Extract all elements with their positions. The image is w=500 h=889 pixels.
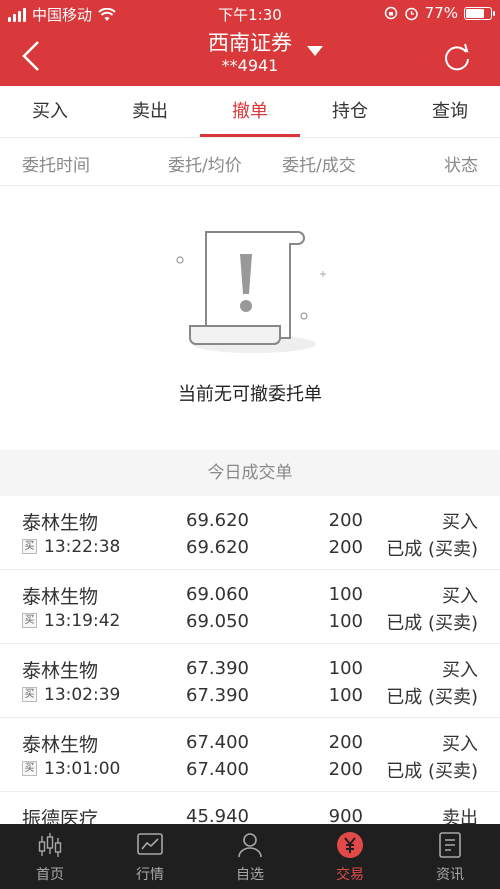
rotation-lock-icon <box>384 6 397 20</box>
order-price: 67.400 <box>186 732 249 753</box>
avg-price: 69.620 <box>186 537 249 558</box>
tab-sell[interactable]: 卖出 <box>100 86 200 137</box>
buy-badge: 买 <box>22 687 37 702</box>
deal-side: 买入 <box>442 586 478 607</box>
column-status: 状态 <box>444 156 478 176</box>
column-qty: 委托/成交 <box>282 156 356 176</box>
order-qty: 200 <box>328 510 363 531</box>
header: 中国移动 下午1:30 77% 西南证券 **4941 <box>0 0 500 86</box>
order-column-header: 委托时间 委托/均价 委托/成交 状态 <box>0 138 500 186</box>
broker-title[interactable]: 西南证券 <box>0 30 500 56</box>
filled-qty: 200 <box>328 537 363 558</box>
tab-buy[interactable]: 买入 <box>0 86 100 137</box>
filled-qty: 200 <box>328 759 363 780</box>
order-qty: 100 <box>328 584 363 605</box>
nav-watchlist[interactable]: 自选 <box>200 824 300 889</box>
tab-cancel[interactable]: 撤单 <box>200 86 300 137</box>
deal-side: 买入 <box>442 660 478 681</box>
nav-home[interactable]: 首页 <box>0 824 100 889</box>
status-right: 77% <box>384 4 495 22</box>
account-number: **4941 <box>221 56 279 75</box>
nav-market[interactable]: 行情 <box>100 824 200 889</box>
nav-trade[interactable]: 交易 <box>300 824 400 889</box>
bottom-nav: 首页 行情 自选 交易 资讯 <box>0 824 500 889</box>
today-deals-title: 今日成交单 <box>0 450 500 496</box>
deal-status: 已成 (买卖) <box>386 539 478 560</box>
buy-badge: 买 <box>22 761 37 776</box>
order-price: 67.390 <box>186 658 249 679</box>
stock-name: 泰林生物 <box>22 512 99 534</box>
column-time: 委托时间 <box>22 156 90 176</box>
avg-price: 67.390 <box>186 685 249 706</box>
deal-list: 泰林生物 买 13:22:38 69.620 69.620 200 200 买入… <box>0 496 500 866</box>
deal-row[interactable]: 泰林生物 买 13:02:39 67.390 67.390 100 100 买入… <box>0 644 500 718</box>
deal-time: 13:01:00 <box>44 759 121 779</box>
deal-side: 买入 <box>442 512 478 533</box>
nav-news[interactable]: 资讯 <box>400 824 500 889</box>
deal-row[interactable]: 泰林生物 买 13:01:00 67.400 67.400 200 200 买入… <box>0 718 500 792</box>
deal-row[interactable]: 泰林生物 买 13:22:38 69.620 69.620 200 200 买入… <box>0 496 500 570</box>
battery-percent: 77% <box>424 4 458 22</box>
deal-time: 13:22:38 <box>44 537 121 557</box>
candlestick-icon <box>38 833 62 857</box>
buy-badge: 买 <box>22 613 37 628</box>
battery-fill <box>466 8 484 18</box>
order-qty: 100 <box>328 658 363 679</box>
deal-status: 已成 (买卖) <box>386 613 478 634</box>
document-icon <box>439 832 461 858</box>
avg-price: 69.050 <box>186 611 249 632</box>
deal-row[interactable]: 泰林生物 买 13:19:42 69.060 69.050 100 100 买入… <box>0 570 500 644</box>
nav-trade-label: 交易 <box>336 867 364 883</box>
order-price: 69.620 <box>186 510 249 531</box>
empty-state: 当前无可撤委托单 <box>0 186 500 450</box>
stock-name: 泰林生物 <box>22 586 99 608</box>
stock-name: 泰林生物 <box>22 660 99 682</box>
order-qty: 200 <box>328 732 363 753</box>
empty-message: 当前无可撤委托单 <box>178 384 322 405</box>
alarm-icon <box>404 7 418 20</box>
yen-icon <box>337 832 363 858</box>
order-price: 69.060 <box>186 584 249 605</box>
nav-news-label: 资讯 <box>436 867 464 883</box>
filled-qty: 100 <box>328 685 363 706</box>
buy-badge: 买 <box>22 539 37 554</box>
tab-query[interactable]: 查询 <box>400 86 500 137</box>
nav-market-label: 行情 <box>136 867 164 883</box>
deal-time: 13:19:42 <box>44 611 121 631</box>
empty-document-icon <box>176 231 326 353</box>
refresh-icon[interactable] <box>440 40 474 74</box>
nav-watchlist-label: 自选 <box>236 867 264 883</box>
filled-qty: 100 <box>328 611 363 632</box>
deal-side: 买入 <box>442 734 478 755</box>
deal-status: 已成 (买卖) <box>386 687 478 708</box>
user-icon <box>238 833 262 858</box>
deal-time: 13:02:39 <box>44 685 121 705</box>
chart-icon <box>137 833 163 855</box>
battery-icon <box>464 6 495 20</box>
avg-price: 67.400 <box>186 759 249 780</box>
deal-status: 已成 (买卖) <box>386 761 478 782</box>
status-bar: 中国移动 下午1:30 77% <box>0 0 500 28</box>
nav-home-label: 首页 <box>36 867 64 883</box>
column-price: 委托/均价 <box>168 156 242 176</box>
stock-name: 泰林生物 <box>22 734 99 756</box>
tab-positions[interactable]: 持仓 <box>300 86 400 137</box>
trade-tabs: 买入 卖出 撤单 持仓 查询 <box>0 86 500 138</box>
